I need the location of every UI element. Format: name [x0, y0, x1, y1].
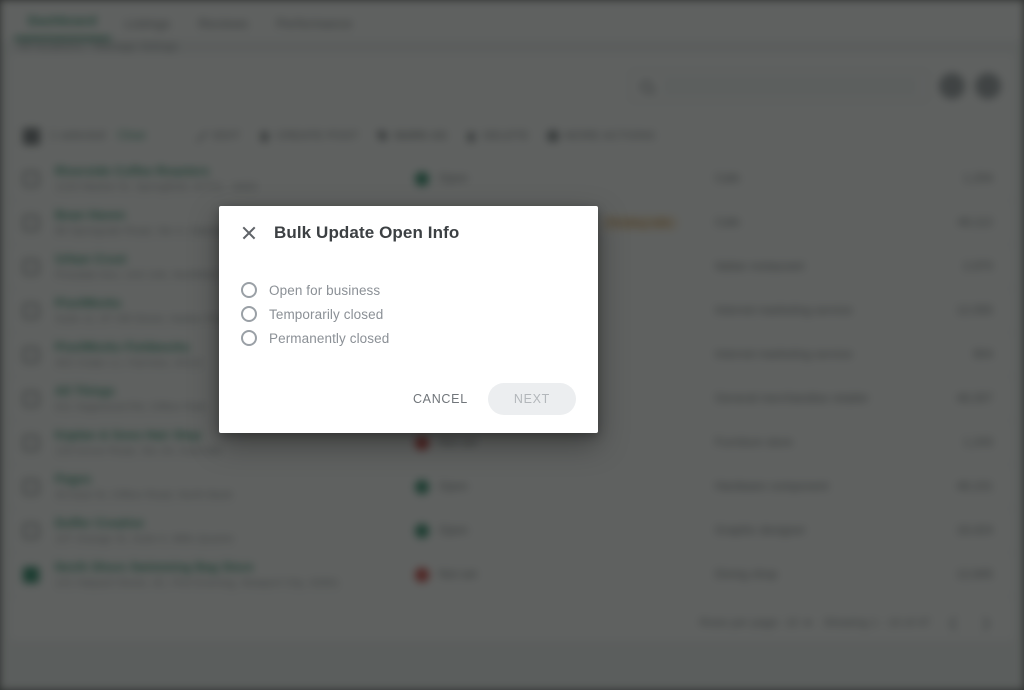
- cancel-button[interactable]: CANCEL: [407, 384, 474, 414]
- close-icon[interactable]: [241, 225, 257, 241]
- radio-circle-icon: [241, 306, 257, 322]
- radio-option-permanently-closed-label: Permanently closed: [269, 330, 390, 346]
- screen-root: Dashboard Listings Reviews Performance A…: [0, 0, 1024, 690]
- radio-circle-icon: [241, 282, 257, 298]
- dialog-header: Bulk Update Open Info: [219, 206, 598, 243]
- bulk-update-open-info-dialog: Bulk Update Open Info Open for business …: [219, 206, 598, 433]
- radio-option-permanently-closed[interactable]: Permanently closed: [241, 326, 576, 350]
- dialog-footer: CANCEL NEXT: [219, 383, 598, 433]
- radio-option-temporarily-closed-label: Temporarily closed: [269, 306, 384, 322]
- radio-option-open-for-business[interactable]: Open for business: [241, 278, 576, 302]
- dialog-body: Open for business Temporarily closed Per…: [219, 243, 598, 383]
- radio-circle-icon: [241, 330, 257, 346]
- dialog-title: Bulk Update Open Info: [274, 223, 460, 242]
- next-button[interactable]: NEXT: [487, 383, 576, 415]
- radio-option-temporarily-closed[interactable]: Temporarily closed: [241, 302, 576, 326]
- radio-option-open-for-business-label: Open for business: [269, 282, 381, 298]
